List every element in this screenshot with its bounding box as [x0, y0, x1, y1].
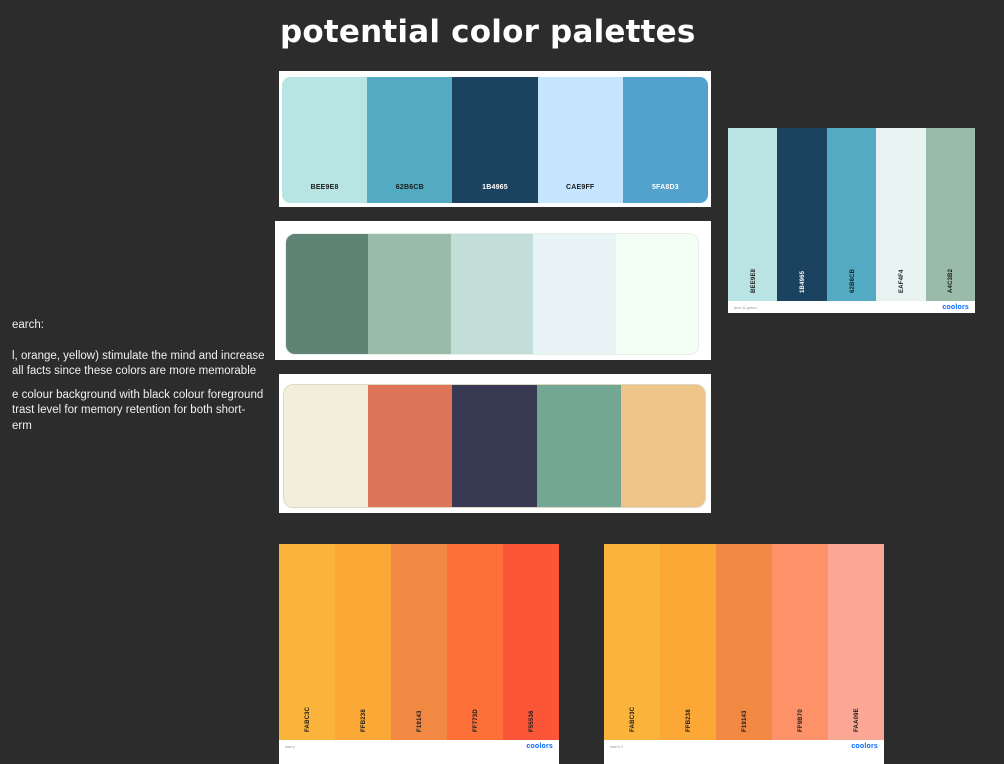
- color-swatch[interactable]: [284, 385, 369, 507]
- swatch-hex-label: 1B4965: [482, 184, 508, 191]
- palette-card-warm[interactable]: FABC3C FFB238 F19143 FF773D F55536 warm cool…: [279, 544, 559, 764]
- swatch-hex-label: F55536: [529, 710, 535, 732]
- color-swatch[interactable]: [450, 234, 534, 354]
- color-swatch[interactable]: [615, 234, 698, 354]
- palette-strip: [285, 233, 699, 355]
- color-swatch[interactable]: 1B4965: [452, 77, 538, 203]
- note-line: all facts since these colors are more me…: [12, 365, 257, 377]
- research-notes: earch: l, orange, yellow) stimulate the …: [0, 318, 265, 434]
- palette-card-blue-green[interactable]: BEE9E8 1B4965 62B6CB EAF4F4 A4C3B2 blue & gr…: [728, 128, 975, 313]
- swatch-hex-label: FFB238: [361, 709, 367, 732]
- note-line: e colour background with black colour fo…: [12, 388, 264, 401]
- color-swatch[interactable]: FF773D: [447, 544, 503, 740]
- palette-footer: warm coolors: [279, 740, 559, 752]
- palette-strip: BEE9E8 62B6CB 1B4965 CAE9FF 5FA8D3: [282, 77, 708, 203]
- color-swatch[interactable]: FF9B70: [772, 544, 828, 740]
- color-swatch[interactable]: 62B6CB: [826, 128, 877, 301]
- color-swatch[interactable]: A4C3B2: [925, 128, 975, 301]
- color-swatch[interactable]: FFB238: [335, 544, 391, 740]
- color-swatch[interactable]: FABC3C: [604, 544, 660, 740]
- color-swatch[interactable]: 62B6CB: [367, 77, 453, 203]
- swatch-hex-label: F19143: [742, 710, 748, 732]
- palette-name: warm 2: [610, 743, 624, 749]
- color-swatch[interactable]: EAF4F4: [876, 128, 926, 301]
- note-line: trast level for memory retention for bot…: [12, 404, 246, 416]
- palette-card-warm-2[interactable]: FABC3C FFB238 F19143 FF9B70 FAA09E warm 2 co…: [604, 544, 884, 764]
- swatch-hex-label: F19143: [417, 710, 423, 732]
- palette-name: warm: [285, 743, 295, 749]
- swatch-hex-label: FAA09E: [854, 708, 860, 732]
- swatch-hex-label: 5FA8D3: [651, 184, 679, 191]
- color-swatch[interactable]: FAA09E: [828, 544, 884, 740]
- color-swatch[interactable]: FABC3C: [279, 544, 335, 740]
- swatch-hex-label: 62B6CB: [849, 268, 856, 293]
- palette-strip: FABC3C FFB238 F19143 FF773D F55536: [279, 544, 559, 740]
- swatch-hex-label: FFB238: [686, 709, 692, 732]
- swatch-hex-label: EAF4F4: [898, 269, 905, 293]
- color-swatch[interactable]: F55536: [503, 544, 559, 740]
- swatch-hex-label: FF9B70: [798, 709, 804, 732]
- color-swatch[interactable]: [533, 234, 616, 354]
- color-swatch[interactable]: [536, 385, 621, 507]
- color-swatch[interactable]: BEE9E8: [728, 128, 778, 301]
- swatch-hex-label: FABC3C: [630, 706, 636, 732]
- swatch-hex-label: CAE9FF: [565, 184, 595, 191]
- palette-strip: FABC3C FFB238 F19143 FF9B70 FAA09E: [604, 544, 884, 740]
- page-title: potential color palettes: [280, 14, 696, 50]
- color-swatch[interactable]: 5FA8D3: [622, 77, 708, 203]
- color-swatch[interactable]: F19143: [391, 544, 447, 740]
- color-swatch[interactable]: BEE9E8: [282, 77, 368, 203]
- color-swatch[interactable]: [620, 385, 705, 507]
- palette-card-mixed[interactable]: [279, 374, 711, 513]
- swatch-hex-label: FABC3C: [305, 706, 311, 732]
- swatch-hex-label: BEE9E8: [750, 268, 757, 293]
- color-swatch[interactable]: CAE9FF: [537, 77, 623, 203]
- color-swatch[interactable]: FFB238: [660, 544, 716, 740]
- note-line: erm: [12, 419, 32, 432]
- color-swatch[interactable]: [368, 234, 451, 354]
- swatch-hex-label: 1B4965: [800, 270, 807, 293]
- palette-name: blue & green: [734, 304, 757, 310]
- swatch-hex-label: A4C3B2: [948, 268, 955, 293]
- coolors-logo[interactable]: coolors: [851, 743, 878, 750]
- swatch-hex-label: BEE9E8: [310, 184, 339, 191]
- swatch-hex-label: FF773D: [473, 709, 479, 732]
- color-swatch[interactable]: [368, 385, 453, 507]
- color-swatch[interactable]: 1B4965: [777, 128, 827, 301]
- color-swatch[interactable]: [452, 385, 537, 507]
- note-line: l, orange, yellow) stimulate the mind an…: [12, 349, 265, 362]
- coolors-logo[interactable]: coolors: [942, 304, 969, 311]
- palette-card-green[interactable]: [275, 221, 711, 360]
- palette-footer: warm 2 coolors: [604, 740, 884, 752]
- color-swatch[interactable]: [286, 234, 369, 354]
- palette-strip: [283, 384, 706, 508]
- palette-footer: blue & green coolors: [728, 301, 975, 313]
- note-line: earch:: [12, 319, 44, 331]
- color-swatch[interactable]: F19143: [716, 544, 772, 740]
- coolors-logo[interactable]: coolors: [526, 743, 553, 750]
- palette-strip: BEE9E8 1B4965 62B6CB EAF4F4 A4C3B2: [728, 128, 975, 301]
- palette-card-blue[interactable]: BEE9E8 62B6CB 1B4965 CAE9FF 5FA8D3: [279, 71, 711, 207]
- swatch-hex-label: 62B6CB: [395, 184, 424, 191]
